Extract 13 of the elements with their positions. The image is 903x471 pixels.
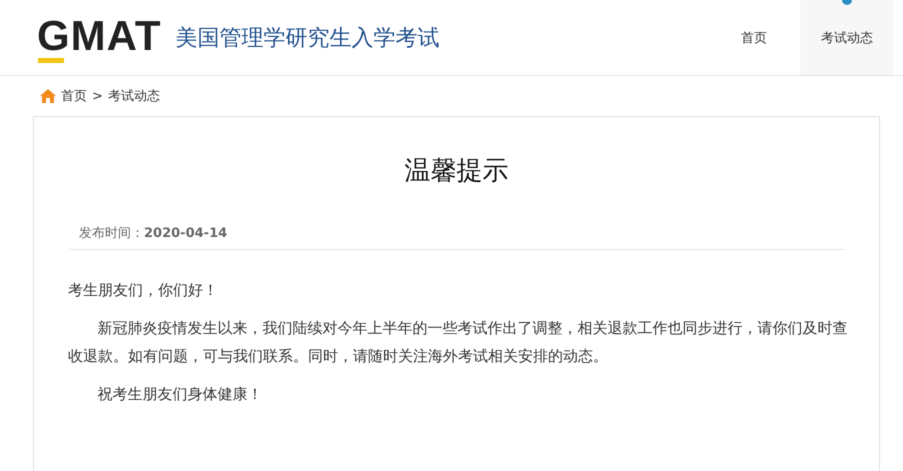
breadcrumb-link[interactable]: 考试动态 <box>108 87 160 105</box>
logo: GMAT <box>37 14 162 60</box>
home-icon <box>40 89 56 103</box>
article-title: 温馨提示 <box>404 155 510 188</box>
breadcrumb-separator: > <box>92 88 103 104</box>
site-title: 美国管理学研究生入学考试 <box>176 24 440 52</box>
breadcrumb-link[interactable]: 首页 <box>61 87 87 105</box>
nav-link[interactable]: 首页 <box>722 0 786 75</box>
article-paragraph: 祝考生朋友们身体健康！ <box>96 385 264 405</box>
article-paragraph: 新冠肺炎疫情发生以来，我们陆续对今年上半年的一些考试作出了调整，相关退款工作也同步进行，请你们及时查收退款。如有问题，可与我们联系。同时，请随时关注海外考试相关安排的动态。 <box>68 319 848 367</box>
article-paragraph: 考生朋友们，你们好！ <box>68 281 219 301</box>
nav-link[interactable]: 考试动态 <box>800 0 894 75</box>
publish-date: 发布时间：2020-04-14 <box>79 226 228 241</box>
